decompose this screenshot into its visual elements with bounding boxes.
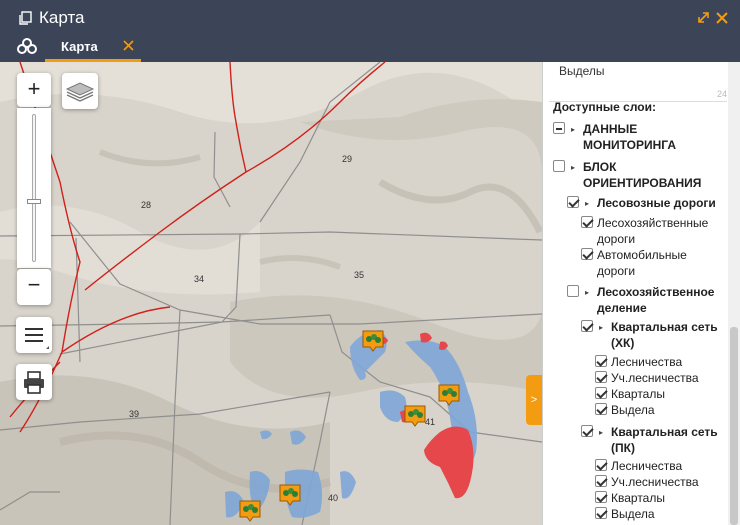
map-marker-icon[interactable]	[279, 484, 301, 506]
map-view[interactable]: 29 28 34 35 39 41 40 + − >	[0, 62, 542, 525]
layer-checkbox[interactable]	[595, 507, 607, 519]
panel-scrollbar[interactable]	[728, 62, 740, 525]
layer-checkbox[interactable]	[553, 160, 565, 172]
layer-label: Лесовозные дороги	[597, 196, 716, 210]
expand-arrow-icon[interactable]: ▸	[571, 122, 575, 138]
layer-checkbox[interactable]	[595, 491, 607, 503]
expand-arrow-icon[interactable]: ▸	[585, 285, 589, 301]
layer-checkbox[interactable]	[567, 196, 579, 208]
panel-scrollbar-thumb[interactable]	[730, 327, 738, 525]
layer-search-counter: 24	[717, 89, 728, 99]
tab-bar: Карта	[0, 36, 740, 62]
tab-map-label: Карта	[61, 39, 98, 54]
zoom-slider-thumb[interactable]	[27, 199, 41, 204]
layer-label: Квартальная сеть (ХК)	[611, 320, 718, 350]
layer-label: БЛОК ОРИЕНТИРОВАНИЯ	[583, 160, 702, 190]
layer-checkbox[interactable]	[581, 425, 593, 437]
expand-arrow-icon[interactable]: ▸	[599, 320, 603, 336]
layer-label: Кварталы	[611, 387, 665, 401]
layer-checkbox[interactable]	[581, 248, 593, 260]
layer-search-field[interactable]: Выделы 24	[549, 62, 727, 102]
map-label-41: 41	[425, 417, 436, 427]
menu-button[interactable]	[16, 317, 52, 353]
printer-icon	[24, 371, 44, 394]
layer-label: Лесничества	[611, 355, 683, 369]
map-label-40: 40	[328, 493, 339, 503]
layer-checkbox[interactable]	[595, 371, 607, 383]
map-label-29: 29	[342, 154, 353, 164]
map-label-34: 34	[194, 274, 205, 284]
zoom-slider[interactable]	[17, 108, 51, 268]
available-layers-title: Доступные слои:	[553, 100, 656, 114]
layer-label: Выдела	[611, 507, 655, 521]
print-button[interactable]	[16, 364, 52, 400]
title-bar: Карта	[0, 0, 740, 36]
layer-checkbox[interactable]	[595, 387, 607, 399]
map-marker-icon[interactable]	[404, 405, 426, 427]
layer-checkbox[interactable]	[595, 355, 607, 367]
panel-toggle-button[interactable]: >	[526, 375, 542, 425]
expand-arrow-icon[interactable]: ▸	[599, 425, 603, 441]
zoom-slider-track	[32, 114, 36, 262]
map-label-35: 35	[354, 270, 365, 280]
close-window-icon[interactable]	[715, 11, 729, 25]
layer-label: Лесохозяйственные дороги	[597, 216, 709, 246]
layer-label: Выдела	[611, 403, 655, 417]
map-label-28: 28	[141, 200, 152, 210]
layer-label: Уч.лесничества	[611, 371, 699, 385]
window-copy-icon	[19, 11, 32, 25]
expand-arrow-icon[interactable]: ▸	[585, 196, 589, 212]
tab-close-icon[interactable]	[123, 40, 134, 51]
tabs-cluster-icon[interactable]	[17, 38, 37, 54]
layer-checkbox[interactable]	[595, 403, 607, 415]
tab-map[interactable]: Карта	[45, 36, 141, 62]
layers-button[interactable]	[62, 73, 98, 109]
map-marker-icon[interactable]	[438, 384, 460, 406]
map-marker-icon[interactable]	[362, 330, 384, 352]
layer-label: ДАННЫЕ МОНИТОРИНГА	[583, 122, 676, 152]
layers-panel: Выделы 24 Доступные слои: ▸ ДАННЫЕ МОНИТО…	[542, 62, 740, 525]
layer-checkbox[interactable]	[567, 285, 579, 297]
layer-checkbox[interactable]	[595, 459, 607, 471]
layer-label: Лесничества	[611, 459, 683, 473]
layer-search-value: Выделы	[559, 64, 605, 78]
map-terrain	[0, 62, 542, 525]
layers-icon	[65, 82, 95, 102]
expand-icon[interactable]	[697, 11, 710, 24]
layer-label: Лесохозяйственное деление	[597, 285, 715, 315]
zoom-out-button[interactable]: −	[17, 269, 51, 305]
map-label-39: 39	[129, 409, 140, 419]
layer-checkbox[interactable]	[553, 122, 565, 134]
layer-checkbox[interactable]	[581, 216, 593, 228]
layer-checkbox[interactable]	[595, 475, 607, 487]
window-title: Карта	[39, 8, 85, 27]
layer-label: Кварталы	[611, 491, 665, 505]
hamburger-icon	[25, 328, 49, 349]
zoom-in-button[interactable]: +	[17, 73, 51, 107]
expand-arrow-icon[interactable]: ▸	[571, 160, 575, 176]
layer-label: Уч.лесничества	[611, 475, 699, 489]
layer-checkbox[interactable]	[581, 320, 593, 332]
map-marker-icon[interactable]	[239, 500, 261, 522]
layer-label: Автомобильные дороги	[597, 248, 687, 278]
layer-label: Квартальная сеть (ПК)	[611, 425, 718, 455]
